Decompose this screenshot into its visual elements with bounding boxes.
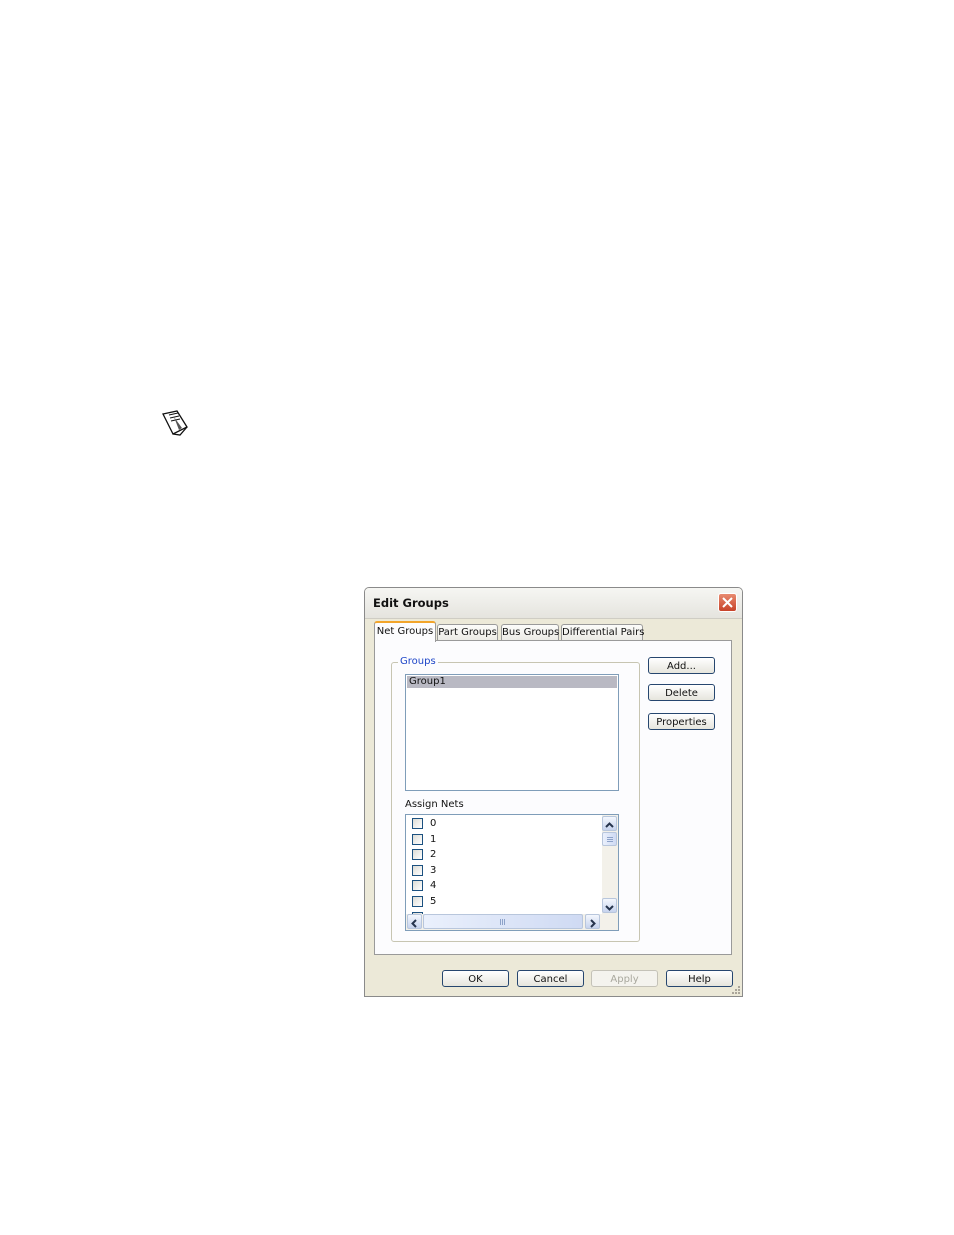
- note-icon: [162, 410, 188, 436]
- horizontal-scrollbar[interactable]: [406, 914, 618, 930]
- apply-button[interactable]: Apply: [591, 970, 658, 987]
- checkbox-icon[interactable]: [412, 834, 423, 845]
- checkbox-icon[interactable]: [412, 865, 423, 876]
- vertical-scroll-thumb[interactable]: [602, 832, 617, 846]
- title-bar[interactable]: Edit Groups: [365, 588, 742, 619]
- scroll-left-arrow-icon: [411, 919, 417, 928]
- groups-label: Groups: [398, 656, 438, 667]
- tab-net-groups[interactable]: Net Groups: [374, 621, 436, 642]
- properties-button[interactable]: Properties: [648, 713, 715, 730]
- scroll-right-button[interactable]: [585, 914, 600, 929]
- cancel-button[interactable]: Cancel: [517, 970, 584, 987]
- tab-part-groups[interactable]: Part Groups: [437, 624, 498, 640]
- scroll-down-arrow-icon: [605, 905, 614, 911]
- net-label: 3: [430, 865, 437, 876]
- checkbox-icon[interactable]: [412, 880, 423, 891]
- tab-differential-pairs[interactable]: Differential Pairs: [561, 624, 645, 640]
- groups-groupbox: Groups Group1 Assign Nets 0 1 2 3 4 5: [391, 656, 640, 942]
- net-groups-panel: Groups Group1 Assign Nets 0 1 2 3 4 5 Ad…: [374, 640, 732, 955]
- net-label: 5: [430, 896, 437, 907]
- group-list-item-label: Group1: [409, 676, 446, 687]
- delete-button[interactable]: Delete: [648, 684, 715, 701]
- scroll-up-arrow-icon: [605, 822, 614, 828]
- groups-listbox[interactable]: Group1: [405, 674, 619, 791]
- net-label: 4: [430, 880, 437, 891]
- resize-grip-icon[interactable]: [731, 985, 741, 995]
- checkbox-icon[interactable]: [412, 896, 423, 907]
- close-icon: [722, 597, 733, 608]
- group-list-item[interactable]: Group1: [407, 676, 617, 688]
- tab-bus-groups[interactable]: Bus Groups: [501, 624, 559, 640]
- ok-button[interactable]: OK: [442, 970, 509, 987]
- vertical-scrollbar[interactable]: [602, 815, 618, 914]
- scroll-right-arrow-icon: [590, 919, 596, 928]
- assign-nets-label: Assign Nets: [405, 799, 464, 810]
- scroll-down-button[interactable]: [602, 898, 617, 913]
- edit-groups-dialog: Edit Groups Net Groups Part Groups Bus G…: [364, 587, 743, 997]
- net-label: 0: [430, 818, 437, 829]
- close-button[interactable]: [718, 593, 737, 612]
- assign-nets-checklist[interactable]: 0 1 2 3 4 5: [405, 814, 619, 931]
- horizontal-scroll-thumb[interactable]: [423, 914, 583, 929]
- checkbox-icon[interactable]: [412, 818, 423, 829]
- help-button[interactable]: Help: [666, 970, 733, 987]
- dialog-title: Edit Groups: [373, 596, 449, 610]
- checkbox-icon[interactable]: [412, 849, 423, 860]
- net-label: 1: [430, 834, 437, 845]
- scroll-left-button[interactable]: [407, 914, 422, 929]
- scroll-up-button[interactable]: [602, 816, 617, 831]
- net-label: 2: [430, 849, 437, 860]
- add-button[interactable]: Add...: [648, 657, 715, 674]
